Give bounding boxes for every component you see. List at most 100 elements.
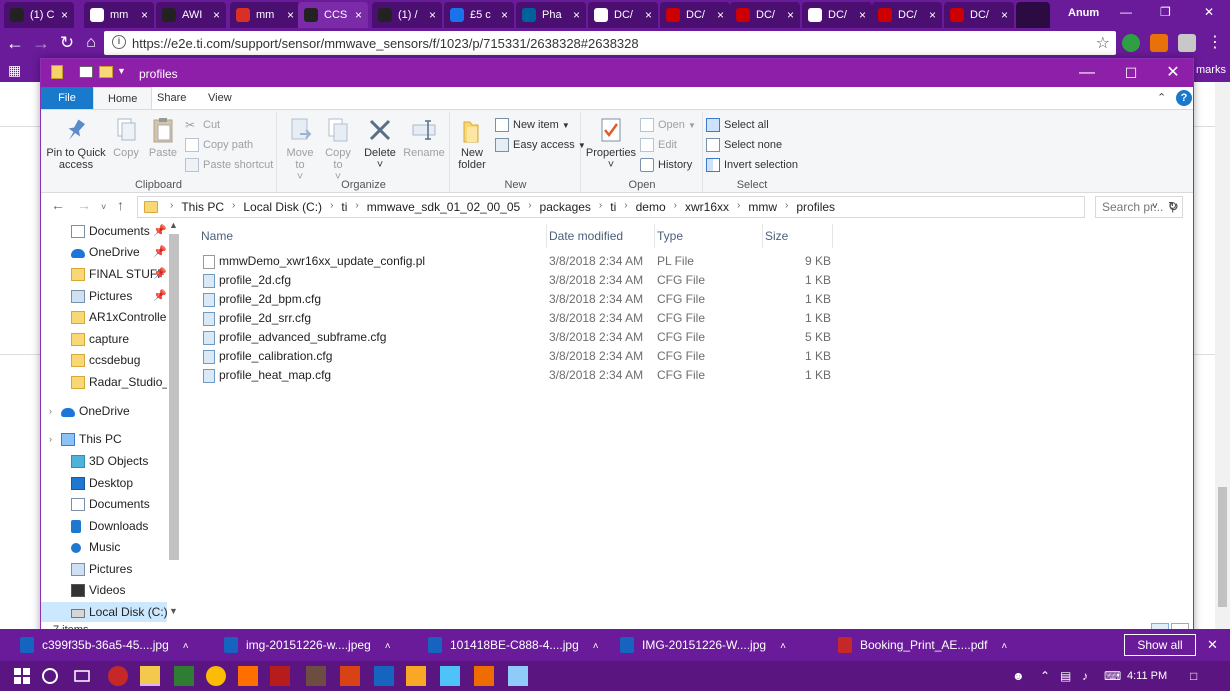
nav-item[interactable]: ccsdebug — [41, 350, 167, 371]
chrome-taskbar-icon[interactable] — [206, 666, 226, 686]
nav-item[interactable]: Radar_Studio_M — [41, 372, 179, 393]
nav-item[interactable]: Desktop — [41, 473, 167, 494]
expand-chevron-icon[interactable]: › — [49, 429, 52, 450]
tab-close-icon[interactable]: × — [855, 8, 866, 22]
powerpoint-icon[interactable] — [340, 666, 360, 686]
breadcrumb-item[interactable]: xwr16xx — [685, 200, 729, 214]
select-none-button[interactable]: Select none — [706, 136, 782, 154]
breadcrumb-separator-icon[interactable]: › — [232, 200, 235, 214]
chrome-tab[interactable]: DC/ × — [730, 2, 800, 28]
extension-icon[interactable] — [1178, 34, 1196, 52]
file-row[interactable]: profile_2d.cfg 3/8/2018 2:34 AM CFG File 1 … — [199, 271, 839, 290]
tab-close-icon[interactable]: × — [783, 8, 794, 22]
chrome-tab[interactable]: DC/ × — [944, 2, 1014, 28]
download-item[interactable]: IMG-20151226-W....jpg ˄ — [620, 634, 786, 656]
copy-path-button[interactable]: Copy path — [185, 136, 253, 154]
nav-item[interactable]: Videos — [41, 580, 167, 601]
recent-locations-icon[interactable]: ˅ — [101, 202, 106, 212]
chrome-tab[interactable]: Pha × — [516, 2, 586, 28]
file-row[interactable]: profile_heat_map.cfg 3/8/2018 2:34 AM CFG … — [199, 366, 839, 385]
help-icon[interactable]: ? — [1176, 90, 1192, 106]
new-folder-quick-icon[interactable] — [99, 66, 113, 78]
explorer-address-bar[interactable]: › This PC › Local Disk (C:) › ti › mmwave_sdk_0… — [137, 196, 1179, 218]
keyboard-icon[interactable]: ⌨ — [1104, 669, 1121, 683]
chrome-tab[interactable]: DC/ × — [872, 2, 942, 28]
chrome-tab[interactable]: DC/ × — [802, 2, 872, 28]
properties-button[interactable]: Properties ˅ — [584, 116, 638, 171]
other-bookmarks[interactable]: marks — [1196, 64, 1226, 76]
chrome-user-name[interactable]: Anum — [1068, 7, 1099, 19]
file-row[interactable]: profile_advanced_subframe.cfg 3/8/2018 2:… — [199, 328, 839, 347]
volume-icon[interactable]: ♪ — [1082, 669, 1088, 683]
close-icon[interactable]: ✕ — [1204, 5, 1214, 19]
explorer-close-icon[interactable]: ✕ — [1153, 63, 1193, 83]
breadcrumb-item[interactable]: ti — [610, 200, 616, 214]
breadcrumb-separator-icon[interactable]: › — [355, 200, 358, 214]
tab-close-icon[interactable]: × — [497, 8, 508, 22]
open-button[interactable]: Open ▼ — [640, 116, 696, 134]
select-all-button[interactable]: Select all — [706, 116, 769, 134]
tab-share[interactable]: Share — [143, 87, 200, 109]
scroll-down-icon[interactable]: ▼ — [169, 606, 178, 616]
collapse-ribbon-icon[interactable]: ⌃ — [1157, 91, 1166, 104]
address-bar[interactable]: i https://e2e.ti.com/support/sensor/mmwa… — [104, 31, 1116, 55]
paste-button[interactable]: Paste — [145, 116, 181, 159]
breadcrumb-item[interactable]: packages — [540, 200, 591, 214]
breadcrumb-item[interactable]: demo — [636, 200, 666, 214]
tab-view[interactable]: View — [194, 87, 246, 109]
file-row[interactable]: profile_2d_srr.cfg 3/8/2018 2:34 AM CFG Fi… — [199, 309, 839, 328]
nav-item[interactable]: capture — [41, 329, 167, 350]
copy-button[interactable]: Copy — [109, 116, 143, 159]
chrome-tab[interactable]: DC/ × — [660, 2, 730, 28]
properties-quick-icon[interactable] — [79, 66, 93, 78]
cut-button[interactable]: ✂ Cut — [185, 116, 220, 134]
grammarly-extension-icon[interactable] — [1122, 34, 1140, 52]
breadcrumb-separator-icon[interactable]: › — [170, 200, 173, 214]
chevron-up-icon[interactable]: ˄ — [1001, 641, 1007, 652]
word-icon[interactable] — [374, 666, 394, 686]
app-icon[interactable] — [406, 666, 426, 686]
column-name[interactable]: Name — [199, 224, 547, 248]
nav-item[interactable]: Local Disk (C:) — [41, 602, 168, 622]
app-icon[interactable] — [306, 666, 326, 686]
column-type[interactable]: Type — [655, 224, 763, 248]
reload-icon[interactable]: ↻ — [56, 32, 78, 54]
tab-close-icon[interactable]: × — [641, 8, 652, 22]
minimize-icon[interactable]: — — [1120, 5, 1132, 19]
cortana-icon[interactable] — [40, 666, 60, 686]
breadcrumb-item[interactable]: mmw — [748, 200, 777, 214]
windows-start-icon[interactable] — [12, 666, 32, 686]
app-icon[interactable] — [270, 666, 290, 686]
copy-to-button[interactable]: Copy to ˅ — [320, 116, 356, 183]
nav-item[interactable]: 3D Objects — [41, 451, 167, 472]
app-icon[interactable] — [440, 666, 460, 686]
breadcrumb-item[interactable]: profiles — [796, 200, 835, 214]
close-downloads-icon[interactable]: ✕ — [1207, 637, 1218, 653]
chrome-tab[interactable]: AWI × — [156, 2, 226, 28]
tab-close-icon[interactable]: × — [425, 8, 436, 22]
home-icon[interactable]: ⌂ — [80, 32, 102, 54]
app-icon[interactable] — [174, 666, 194, 686]
chrome-menu-icon[interactable]: ⋮ — [1204, 32, 1226, 54]
nav-item[interactable]: › OneDrive — [41, 401, 167, 422]
tab-close-icon[interactable]: × — [57, 8, 68, 22]
file-row[interactable]: profile_2d_bpm.cfg 3/8/2018 2:34 AM CFG Fi… — [199, 290, 839, 309]
page-scrollbar[interactable] — [1215, 82, 1230, 629]
new-item-button[interactable]: New item ▼ — [495, 116, 570, 134]
app-icon[interactable] — [108, 666, 128, 686]
move-to-button[interactable]: Move to ˅ — [282, 116, 318, 183]
up-icon[interactable]: ↑ — [117, 197, 124, 213]
chrome-tab[interactable]: CCS × — [298, 2, 368, 28]
invert-selection-button[interactable]: Invert selection — [706, 156, 798, 174]
task-view-icon[interactable] — [72, 666, 92, 686]
forward-icon[interactable]: → — [77, 197, 91, 213]
apps-grid-icon[interactable]: ▦ — [8, 62, 21, 79]
history-button[interactable]: History — [640, 156, 692, 174]
quick-access-dropdown-icon[interactable]: ▼ — [117, 66, 127, 78]
download-item[interactable]: c399f35b-36a5-45....jpg ˄ — [20, 634, 189, 656]
chrome-tab[interactable]: (1) C × — [4, 2, 74, 28]
tab-close-icon[interactable]: × — [351, 8, 362, 22]
breadcrumb-separator-icon[interactable]: › — [330, 200, 333, 214]
breadcrumb-separator-icon[interactable]: › — [624, 200, 627, 214]
restore-icon[interactable]: ❐ — [1160, 5, 1171, 19]
